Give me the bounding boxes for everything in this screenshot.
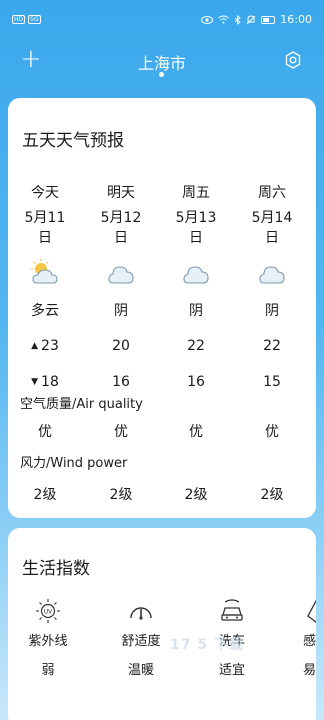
network-indicators: HD 5G (12, 15, 41, 24)
life-item-comfort[interactable]: 舒适度 温暖 (106, 598, 176, 678)
date-label: 5月14 (251, 210, 293, 226)
wind-power-value: 2级 (109, 487, 133, 503)
high-temp: 22 (166, 338, 226, 354)
life-item-value: 适宜 (218, 663, 245, 678)
date-label-suffix: 日 (265, 230, 279, 246)
wifi-icon (218, 15, 230, 24)
condition-label: 阴 (114, 303, 128, 319)
life-item-value: 温暖 (127, 663, 154, 678)
day-label: 今天 (31, 185, 59, 201)
low-temp: ▼ 18 (15, 374, 75, 390)
high-temp: ▲ 23 (15, 338, 75, 354)
life-item-name: 紫外线 (28, 634, 68, 649)
down-arrow-icon: ▼ (31, 377, 39, 387)
air-quality-value: 优 (114, 424, 128, 440)
low-temp-value: 15 (263, 374, 281, 390)
wind-power-value: 2级 (260, 487, 284, 503)
life-index-title: 生活指数 (22, 559, 90, 579)
high-temp-value: 22 (187, 338, 205, 354)
uv-icon: UV (36, 599, 60, 623)
gauge-icon (130, 607, 152, 620)
high-temp: 22 (242, 338, 302, 354)
air-quality-value: 优 (38, 424, 52, 440)
watermark: 17 5 下载 (170, 637, 244, 653)
cloudy-icon (259, 266, 285, 284)
system-indicators: 16:00 (201, 13, 312, 26)
life-item-value: 弱 (41, 663, 55, 678)
car-wash-icon (221, 599, 243, 621)
wind-power-value: 2级 (33, 487, 57, 503)
condition-label: 阴 (265, 303, 279, 319)
wind-power-value: 2级 (184, 487, 208, 503)
forecast-title: 五天天气预报 (22, 131, 124, 151)
day-label: 周六 (258, 185, 286, 201)
day-label: 明天 (107, 185, 135, 201)
low-temp: 16 (166, 374, 226, 390)
wind-power-label: 风力/Wind power (20, 456, 128, 471)
battery-icon (261, 15, 276, 24)
date-label: 5月12 (100, 210, 142, 226)
date-label-suffix: 日 (38, 230, 52, 246)
life-item-name: 舒适度 (121, 634, 161, 649)
app-header: + 上海市 (0, 42, 324, 86)
high-temp-value: 22 (263, 338, 281, 354)
cloudy-icon (108, 266, 134, 284)
partly-cloudy-icon (31, 259, 58, 284)
life-index-card: 生活指数 UV 紫外线 弱 舒适度 温暖 洗车 适宜 感 易 (8, 528, 316, 720)
condition-label: 多云 (31, 303, 59, 319)
low-temp-value: 16 (187, 374, 205, 390)
gear-icon[interactable] (284, 51, 302, 69)
low-temp: 15 (242, 374, 302, 390)
air-quality-label: 空气质量/Air quality (20, 397, 143, 412)
cloudy-icon (183, 266, 209, 284)
page-indicator (159, 72, 164, 77)
date-label: 5月13 (175, 210, 217, 226)
hd-badge: HD (12, 15, 26, 24)
date-label-suffix: 日 (189, 230, 203, 246)
low-temp-value: 18 (41, 374, 59, 390)
svg-text:UV: UV (44, 609, 53, 616)
day-label: 周五 (182, 185, 210, 201)
high-temp-value: 23 (41, 338, 59, 354)
up-arrow-icon: ▲ (31, 341, 39, 351)
high-temp: 20 (91, 338, 151, 354)
life-item-cold[interactable]: 感 易 (276, 598, 316, 678)
life-item-value: 易 (303, 663, 316, 678)
forecast-card: 五天天气预报 今天 5月11 日 多云 ▲ 23 ▼ 18 明天 5月12 日 (8, 98, 316, 518)
low-temp-value: 16 (112, 374, 130, 390)
date-label-suffix: 日 (114, 230, 128, 246)
signal-badge: 5G (28, 15, 41, 24)
eye-icon (201, 15, 214, 24)
air-quality-value: 优 (189, 424, 203, 440)
low-temp: 16 (91, 374, 151, 390)
life-item-name: 感 (303, 634, 316, 649)
cold-icon (307, 599, 316, 623)
forecast-day-3: 周六 5月14 日 阴 22 15 (242, 182, 302, 390)
city-title: 上海市 (137, 54, 186, 73)
forecast-day-1: 明天 5月12 日 阴 20 16 (91, 182, 151, 390)
bluetooth-icon (234, 14, 242, 25)
forecast-day-0: 今天 5月11 日 多云 ▲ 23 ▼ 18 (15, 182, 75, 390)
status-bar: HD 5G 16:00 (0, 0, 324, 42)
mute-icon (246, 14, 256, 24)
condition-label: 阴 (189, 303, 203, 319)
life-item-uv[interactable]: UV 紫外线 弱 (13, 598, 83, 678)
date-label: 5月11 (24, 210, 66, 226)
clock: 16:00 (280, 13, 312, 26)
high-temp-value: 20 (112, 338, 130, 354)
air-quality-value: 优 (265, 424, 279, 440)
forecast-day-2: 周五 5月13 日 阴 22 16 (166, 182, 226, 390)
